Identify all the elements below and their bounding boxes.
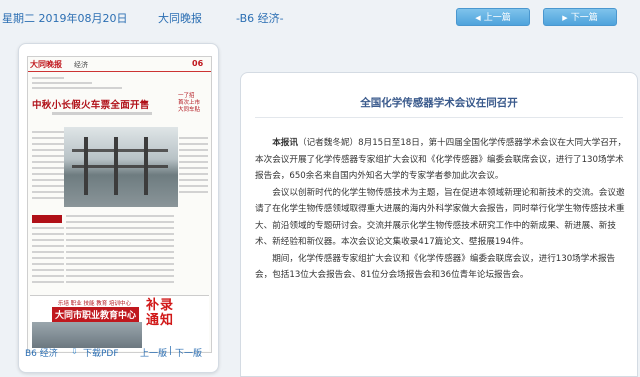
article-paragraph: 期间，化学传感器专家组扩大会议和《化学传感器》编委会联席会议，进行130场学术报… <box>255 253 616 281</box>
pdf-download-link[interactable]: 下载PDF <box>83 346 119 359</box>
article-panel: 全国化学传感器学术会议在同召开 本报讯（记者魏冬妮）8月15日至18日，第十四届… <box>240 72 638 377</box>
paper-name: 大同晚报 <box>158 12 202 25</box>
text-line <box>66 275 174 277</box>
text-line <box>66 269 174 271</box>
text-line <box>32 263 64 265</box>
text-line <box>32 137 64 139</box>
text-line <box>179 191 208 193</box>
text-line <box>32 233 64 235</box>
prev-article-button[interactable]: ◀ 上一篇 <box>456 8 530 26</box>
page-preview-panel: 大同晚报 经济 06 中秋小长假火车票全面开售 一了招 首次上市 大同车贴 乐培… <box>18 43 219 373</box>
text-line <box>32 149 64 151</box>
thumbnail-section: 经济 <box>74 61 88 69</box>
text-line <box>32 173 64 175</box>
photo-post <box>144 137 148 195</box>
article-paragraph: 本报讯（记者魏冬妮）8月15日至18日，第十四届全国化学传感器学术会议在大同大学… <box>255 135 627 185</box>
page-footer-links: B6 经济 ⇩ 下载PDF 上一版 | 下一版 <box>19 346 218 366</box>
text-line <box>66 257 174 259</box>
text-line <box>179 149 208 151</box>
next-article-button[interactable]: ▶ 下一篇 <box>543 8 617 26</box>
article-lead: 本报讯 <box>272 138 298 148</box>
text-line <box>32 275 64 277</box>
text-line <box>66 221 174 223</box>
article-title: 全国化学传感器学术会议在同召开 <box>360 97 518 109</box>
text-line <box>32 131 64 133</box>
text-line <box>32 185 64 187</box>
text-line <box>179 185 208 187</box>
thumbnail-side-text: 一了招 首次上市 大同车贴 <box>178 93 201 113</box>
title-divider <box>255 117 623 118</box>
text-line <box>32 269 64 271</box>
thumbnail-page-no: 06 <box>192 59 204 68</box>
thumbnail-header: 大同晚报 经济 06 <box>28 57 211 72</box>
page-link[interactable]: B6 经济 <box>25 346 58 359</box>
next-article-label: 下一篇 <box>570 13 598 23</box>
ad-big-text: 补录 通知 <box>146 298 175 328</box>
page-thumbnail[interactable]: 大同晚报 经济 06 中秋小长假火车票全面开售 一了招 首次上市 大同车贴 乐培… <box>27 56 212 353</box>
text-line <box>66 245 174 247</box>
ad-building-photo <box>32 322 142 348</box>
text-line <box>66 215 174 217</box>
text-line <box>179 179 208 181</box>
text-line <box>32 167 64 169</box>
photo-post <box>84 137 88 195</box>
ad-title: 大同市职业教育中心 <box>52 307 140 322</box>
thumbnail-photo <box>64 127 178 207</box>
text-line <box>32 161 64 163</box>
text-line <box>179 155 208 157</box>
text-line <box>179 167 208 169</box>
prev-article-label: 上一篇 <box>483 13 511 23</box>
next-page-link[interactable]: 下一版 <box>175 346 202 359</box>
text-line <box>66 233 174 235</box>
pdf-download-icon[interactable]: ⇩ <box>71 347 78 356</box>
issue-date: 星期二 2019年08月20日 <box>2 12 128 25</box>
arrow-right-icon: ▶ <box>562 14 568 22</box>
text-line <box>66 263 174 265</box>
page-section: -B6 经济- <box>236 12 284 25</box>
text-line <box>32 197 64 199</box>
ad-small-title: 乐培 职业 技能 教育 培训中心 <box>58 301 131 307</box>
prev-page-link[interactable]: 上一版 <box>140 346 167 359</box>
article-body: 本报讯（记者魏冬妮）8月15日至18日，第十四届全国化学传感器学术会议在大同大学… <box>255 135 627 284</box>
text-line <box>32 281 64 283</box>
thumbnail-label-box <box>32 215 62 223</box>
text-line <box>32 87 122 89</box>
photo-post <box>114 137 118 195</box>
text-line <box>32 179 64 181</box>
text-line <box>179 137 208 139</box>
text-line <box>32 227 64 229</box>
text-line <box>66 239 174 241</box>
text-line <box>32 239 64 241</box>
text-line <box>179 161 208 163</box>
thumbnail-logo: 大同晚报 <box>30 60 62 69</box>
article-paragraph-text: （记者魏冬妮）8月15日至18日，第十四届全国化学传感器学术会议在大同大学召开，… <box>255 138 627 181</box>
text-line <box>179 173 208 175</box>
text-line <box>32 82 92 84</box>
text-line <box>32 251 64 253</box>
link-separator: | <box>169 346 173 356</box>
text-line <box>32 77 64 79</box>
text-line <box>32 257 64 259</box>
text-line <box>32 155 64 157</box>
text-line <box>66 227 174 229</box>
article-paragraph: 会议以创新时代的化学生物传感技术为主题，旨在促进本领域新理论和新技术的交流。会议… <box>255 187 625 248</box>
top-bar: 星期二 2019年08月20日 大同晚报 -B6 经济- ◀ 上一篇 ▶ 下一篇 <box>0 0 640 30</box>
thumbnail-headline: 中秋小长假火车票全面开售 <box>32 100 150 111</box>
thumbnail-ad: 乐培 职业 技能 教育 培训中心 大同市职业教育中心 补录 通知 <box>30 295 209 351</box>
text-line <box>66 251 174 253</box>
text-line <box>179 143 208 145</box>
arrow-left-icon: ◀ <box>475 14 481 22</box>
text-line <box>32 191 64 193</box>
text-line <box>32 143 64 145</box>
thumbnail-subhead <box>52 112 152 115</box>
text-line <box>32 245 64 247</box>
text-line <box>66 281 174 283</box>
